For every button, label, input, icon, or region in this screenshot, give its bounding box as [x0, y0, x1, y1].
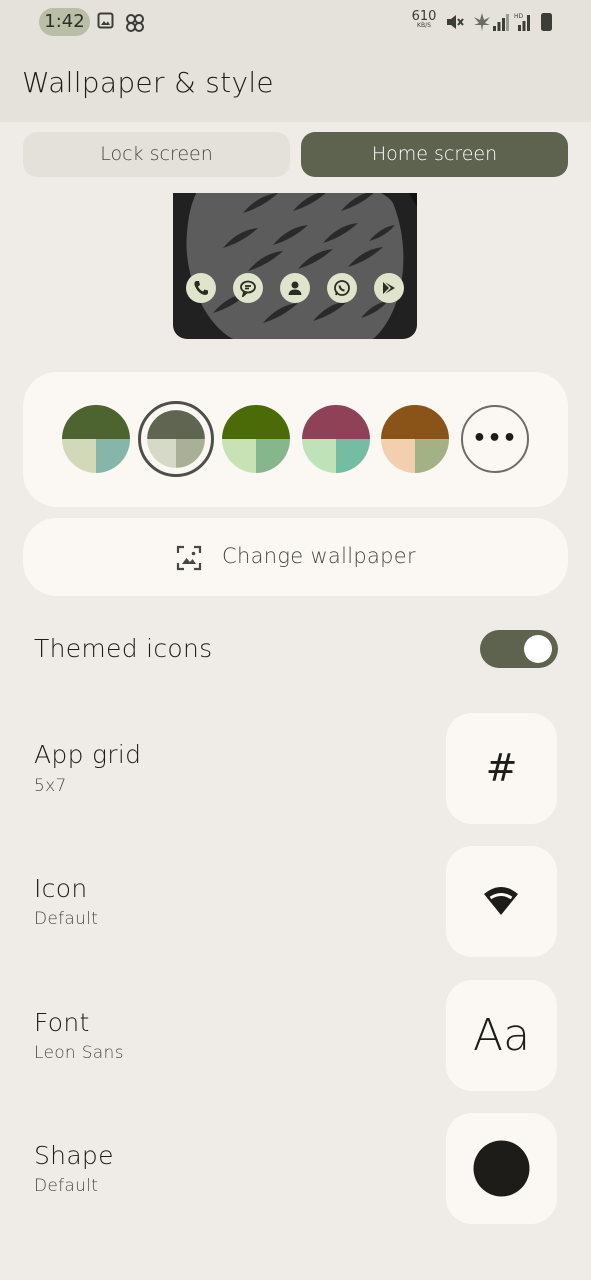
font-value: Leon Sans [34, 1043, 124, 1063]
font-button[interactable]: Aa [446, 980, 557, 1091]
themed-icons-label: Themed icons [34, 634, 213, 663]
circle-shape-icon [473, 1140, 530, 1197]
grid-icon: # [485, 746, 518, 790]
wifi-icon [484, 887, 518, 915]
app-bar: Wallpaper & style [0, 44, 591, 122]
battery-icon [541, 12, 552, 35]
signal-icon [493, 12, 509, 36]
preview-dock [173, 273, 417, 303]
contacts-icon [280, 273, 310, 303]
more-colors-button[interactable]: ••• [461, 405, 529, 473]
phone-icon [186, 273, 216, 303]
icon-value: Default [34, 909, 99, 929]
icon-style-button[interactable] [446, 846, 557, 957]
icon-title: Icon [34, 874, 88, 903]
cannabis-icon [472, 12, 492, 36]
color-option-5[interactable] [381, 405, 449, 473]
hd-signal-icon: HD [514, 12, 534, 36]
mute-icon [445, 12, 465, 36]
wallpaper-preview-art [186, 193, 417, 339]
color-option-4[interactable] [302, 405, 370, 473]
wallpaper-icon [175, 544, 203, 576]
shape-title: Shape [34, 1141, 114, 1170]
app-grid-title: App grid [34, 740, 142, 769]
change-wallpaper-label: Change wallpaper [222, 544, 416, 568]
font-preview: Aa [472, 1010, 531, 1061]
pinwheel-icon [124, 12, 146, 38]
status-time: 1:42 [39, 8, 90, 36]
whatsapp-icon [327, 273, 357, 303]
page-title: Wallpaper & style [22, 66, 274, 99]
messages-icon [233, 273, 263, 303]
themed-icons-toggle[interactable] [480, 630, 558, 668]
toggle-knob [524, 635, 552, 663]
tab-home-screen[interactable]: Home screen [301, 132, 568, 177]
more-horiz-icon: ••• [472, 426, 518, 451]
app-grid-value: 5x7 [34, 776, 67, 796]
status-bar: 1:42 610 KB/S HD [0, 0, 591, 44]
image-icon [97, 12, 114, 33]
color-option-3[interactable] [222, 405, 290, 473]
tab-lock-screen[interactable]: Lock screen [23, 132, 290, 177]
shape-value: Default [34, 1176, 99, 1196]
color-option-2-selected[interactable] [147, 410, 205, 468]
play-store-icon [374, 273, 404, 303]
color-options-card: ••• [23, 372, 568, 507]
shape-button[interactable] [446, 1113, 557, 1224]
font-title: Font [34, 1008, 90, 1037]
app-grid-button[interactable]: # [446, 713, 557, 824]
change-wallpaper-button[interactable]: Change wallpaper [23, 518, 568, 596]
svg-text:HD: HD [514, 13, 524, 20]
net-speed: 610 KB/S [411, 10, 437, 29]
color-option-1[interactable] [62, 405, 130, 473]
wallpaper-preview[interactable] [173, 193, 417, 339]
